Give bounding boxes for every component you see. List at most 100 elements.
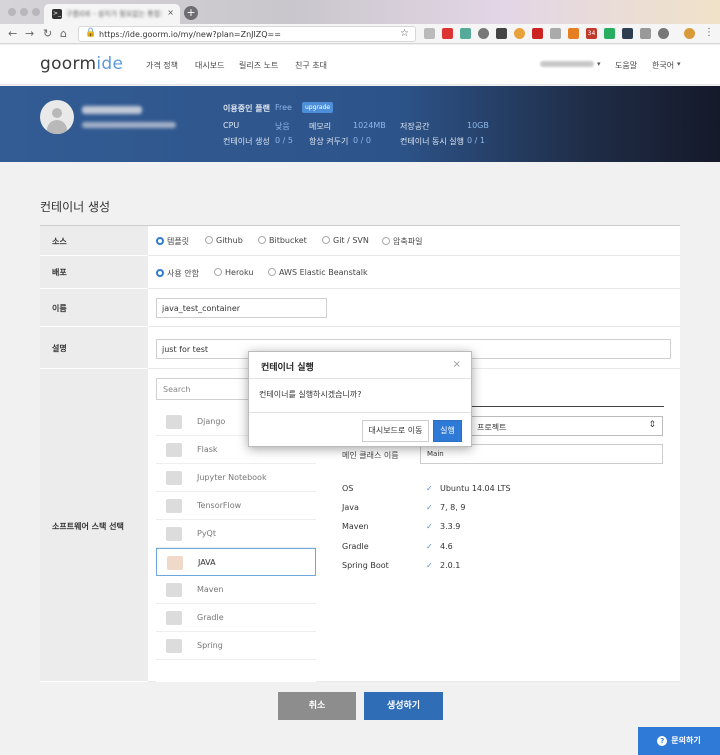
check-icon: ✓: [426, 522, 433, 531]
flask-icon: [166, 443, 182, 457]
home-icon[interactable]: ⌂: [60, 27, 67, 40]
back-icon[interactable]: ←: [8, 27, 17, 40]
stack-item-pyqt[interactable]: PyQt: [156, 520, 316, 548]
extension-icon[interactable]: [622, 28, 633, 39]
memory-value: 1024MB: [353, 121, 386, 130]
radio-label: Bitbucket: [269, 236, 307, 245]
goormide-logo[interactable]: goormide: [40, 54, 123, 74]
django-icon: [166, 415, 182, 429]
stack-item-maven[interactable]: Maven: [156, 576, 316, 604]
desc-label: 설명: [52, 344, 67, 353]
always-on-label: 항상 켜두기: [309, 137, 349, 146]
deploy-radio-heroku[interactable]: Heroku: [214, 268, 253, 277]
spec-label-java: Java: [342, 503, 359, 512]
window-maximize-button[interactable]: [32, 8, 40, 16]
deploy-radio-aws[interactable]: AWS Elastic Beanstalk: [268, 268, 368, 277]
reload-icon[interactable]: ↻: [43, 27, 52, 40]
source-radio-template[interactable]: 템플릿: [156, 236, 189, 247]
upgrade-button[interactable]: upgrade: [302, 102, 334, 113]
stack-item-tensorflow[interactable]: TensorFlow: [156, 492, 316, 520]
gradle-icon: [166, 611, 182, 625]
go-to-dashboard-button[interactable]: 대시보드로 이동: [362, 420, 429, 442]
profile-avatar[interactable]: [684, 28, 695, 39]
chevron-down-icon[interactable]: ▾: [677, 60, 681, 68]
nav-release-notes[interactable]: 릴리즈 노트: [239, 60, 278, 71]
spec-value-spring-boot: 2.0.1: [440, 561, 461, 570]
extension-icon[interactable]: [442, 28, 453, 39]
new-tab-button[interactable]: +: [184, 6, 198, 20]
nav-invite-friend[interactable]: 친구 초대: [295, 60, 327, 71]
stack-item-jupyter[interactable]: Jupyter Notebook: [156, 464, 316, 492]
radio-label: Git / SVN: [333, 236, 369, 245]
divider: [249, 412, 471, 413]
source-label: 소스: [52, 237, 67, 246]
maven-icon: [166, 583, 182, 597]
source-radio-bitbucket[interactable]: Bitbucket: [258, 236, 307, 245]
stack-name: Spring: [197, 641, 223, 650]
stack-item-gradle[interactable]: Gradle: [156, 604, 316, 632]
window-minimize-button[interactable]: [20, 8, 28, 16]
spec-value-os: Ubuntu 14.04 LTS: [440, 484, 511, 493]
radio-icon: [268, 268, 276, 276]
nav-pricing[interactable]: 가격 정책: [146, 60, 178, 71]
create-button[interactable]: 생성하기: [364, 692, 443, 720]
check-icon: ✓: [426, 503, 433, 512]
main-class-input[interactable]: Main: [420, 444, 663, 464]
extension-icon[interactable]: [658, 28, 669, 39]
contact-button[interactable]: ? 문의하기: [638, 727, 720, 755]
source-radio-archive[interactable]: 압축파일: [382, 236, 422, 247]
profile-email: [82, 122, 176, 128]
always-on-value: 0 / 0: [353, 136, 371, 145]
window-close-button[interactable]: [8, 8, 16, 16]
nav-dashboard[interactable]: 대시보드: [195, 60, 224, 71]
deploy-radio-none[interactable]: 사용 안함: [156, 268, 199, 279]
cancel-button[interactable]: 취소: [278, 692, 356, 720]
extension-badge-icon[interactable]: 34: [586, 28, 597, 39]
modal-title: 컨테이너 실행: [261, 363, 314, 373]
stack-name: Django: [197, 417, 226, 426]
extension-icon[interactable]: [604, 28, 615, 39]
extension-icon[interactable]: [640, 28, 651, 39]
select-value: 프로젝트: [477, 423, 507, 432]
extension-icon[interactable]: [424, 28, 435, 39]
extension-icon[interactable]: [478, 28, 489, 39]
tab-title: 구름IDE - 설치가 필요없는 통합개발환경: [66, 10, 162, 18]
extension-icon[interactable]: [514, 28, 525, 39]
divider: [249, 378, 471, 379]
check-icon: ✓: [426, 484, 433, 493]
address-bar[interactable]: 🔒 https://ide.goorm.io/my/new?plan=ZnJlZ…: [78, 26, 416, 42]
chevron-down-icon[interactable]: ▾: [597, 60, 601, 68]
stack-item-spring[interactable]: Spring: [156, 632, 316, 660]
help-link[interactable]: 도움말: [615, 60, 637, 71]
url-text[interactable]: https://ide.goorm.io/my/new?plan=ZnJlZQ=…: [99, 30, 281, 39]
spec-label-os: OS: [342, 484, 354, 493]
stack-name: JAVA: [198, 558, 216, 567]
deploy-label: 배포: [52, 268, 67, 277]
forward-icon[interactable]: →: [25, 27, 34, 40]
current-plan-label: 이용중인 플랜: [223, 104, 270, 113]
radio-icon: [214, 268, 222, 276]
source-radio-git-svn[interactable]: Git / SVN: [322, 236, 369, 245]
extension-icon[interactable]: [460, 28, 471, 39]
stack-item-java[interactable]: JAVA: [156, 548, 316, 576]
extension-icon[interactable]: [532, 28, 543, 39]
deploy-row-label: 배포: [40, 256, 148, 289]
language-select[interactable]: 한국어: [652, 60, 674, 71]
source-radio-github[interactable]: Github: [205, 236, 243, 245]
menu-icon[interactable]: ⋮: [704, 27, 714, 38]
storage-value: 10GB: [467, 121, 489, 130]
extension-icon[interactable]: [496, 28, 507, 39]
extension-icon[interactable]: [550, 28, 561, 39]
close-icon[interactable]: ×: [453, 359, 461, 370]
extension-icon[interactable]: [568, 28, 579, 39]
run-button[interactable]: 실행: [433, 420, 462, 442]
browser-tab[interactable]: >_ 구름IDE - 설치가 필요없는 통합개발환경 ×: [44, 4, 180, 24]
bookmark-star-icon[interactable]: ☆: [400, 28, 409, 39]
tab-close-icon[interactable]: ×: [167, 8, 174, 17]
stack-name: PyQt: [197, 529, 216, 538]
user-name[interactable]: [540, 61, 594, 67]
radio-icon: [205, 236, 213, 244]
container-name-input[interactable]: java_test_container: [156, 298, 327, 318]
concurrent-value: 0 / 1: [467, 136, 485, 145]
select-arrows-icon: ⇕: [648, 420, 656, 430]
